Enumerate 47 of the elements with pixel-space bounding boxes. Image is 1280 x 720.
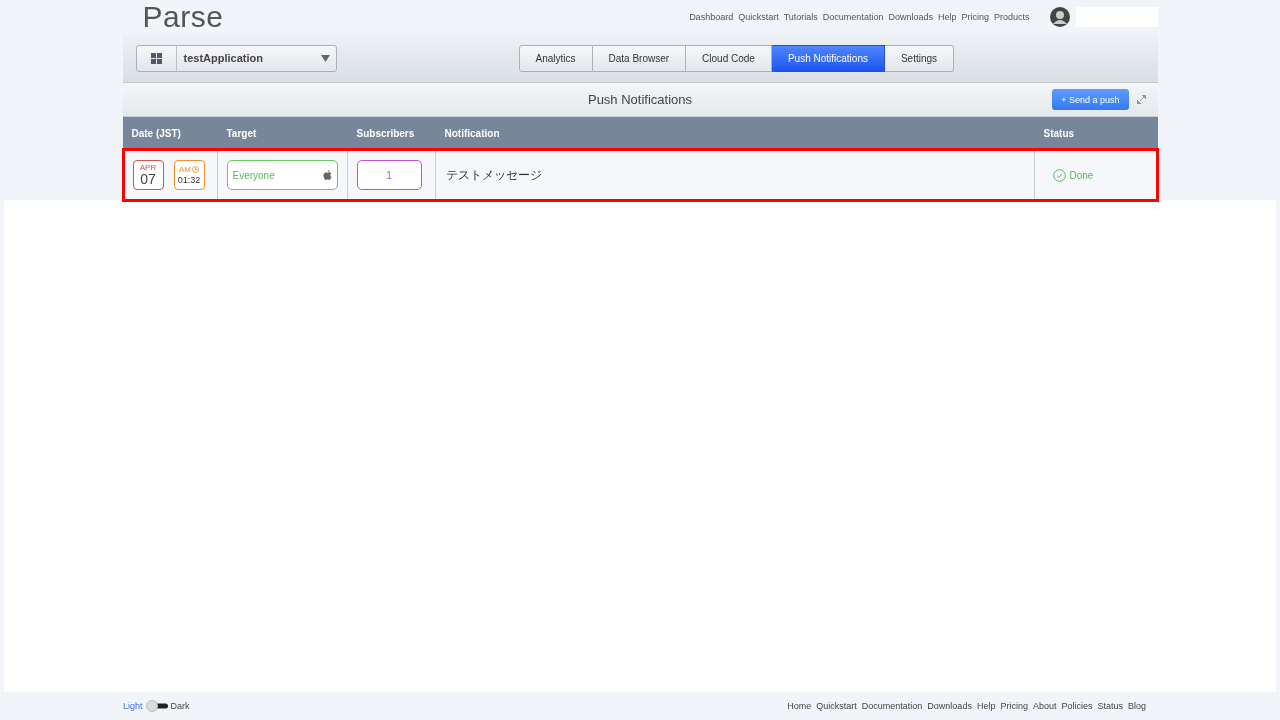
tab[interactable]: Settings (884, 44, 955, 72)
nav-link[interactable]: Tutorials (783, 12, 818, 22)
logo[interactable]: Parse (142, 0, 224, 34)
column-header: Date (JST) (130, 127, 182, 139)
check-circle-icon (1052, 168, 1066, 182)
footer-link[interactable]: Help (976, 701, 996, 711)
footer-link[interactable]: Status (1097, 701, 1123, 711)
panel-title: Push Notifications (587, 92, 693, 107)
column-header: Subscribers (355, 127, 416, 139)
column-header: Notification (443, 127, 501, 139)
tab[interactable]: Data Browser (592, 44, 687, 72)
theme-option[interactable]: Dark (170, 701, 190, 711)
column-header: Status (1042, 127, 1076, 139)
nav-link[interactable]: Help (937, 12, 957, 22)
footer-link[interactable]: Documentation (861, 701, 923, 711)
avatar-icon[interactable] (1049, 7, 1070, 27)
caret-icon (320, 54, 330, 62)
footer-link[interactable]: Downloads (927, 701, 972, 711)
footer-link[interactable]: About (1032, 701, 1057, 711)
tab[interactable]: Analytics (518, 44, 593, 72)
nav-link[interactable]: Documentation (822, 12, 884, 22)
apple-icon (322, 170, 332, 180)
nav-link[interactable]: Dashboard (689, 12, 734, 22)
date-badge: APR 07 (132, 160, 164, 190)
table-row[interactable]: APR 07 AM 01:32 Everyone 1 テストメッセージ Done (122, 149, 1158, 201)
footer-link[interactable]: Home (787, 701, 812, 711)
footer-link[interactable]: Pricing (1000, 701, 1028, 711)
notification-text: テストメッセージ (445, 168, 542, 182)
time-badge: AM 01:32 (173, 160, 205, 190)
target-badge: Everyone (226, 160, 338, 190)
nav-link[interactable]: Products (993, 12, 1030, 22)
nav-link[interactable]: Pricing (961, 12, 989, 22)
theme-option[interactable]: Light (123, 701, 143, 711)
footer-link[interactable]: Blog (1128, 701, 1146, 711)
clock-icon (192, 166, 199, 173)
grid-icon (150, 52, 162, 64)
status-text: Done (1069, 169, 1094, 181)
tab[interactable]: Cloud Code (686, 44, 772, 72)
subscriber-count: 1 (356, 160, 422, 190)
theme-toggle[interactable] (145, 700, 168, 712)
footer-link[interactable]: Policies (1061, 701, 1093, 711)
footer-link[interactable]: Quickstart (816, 701, 857, 711)
nav-link[interactable]: Downloads (888, 12, 933, 22)
tab[interactable]: Push Notifications (771, 44, 885, 72)
column-header: Target (225, 127, 258, 139)
app-selector[interactable]: testApplication (135, 44, 337, 72)
nav-link[interactable]: Quickstart (738, 12, 779, 22)
